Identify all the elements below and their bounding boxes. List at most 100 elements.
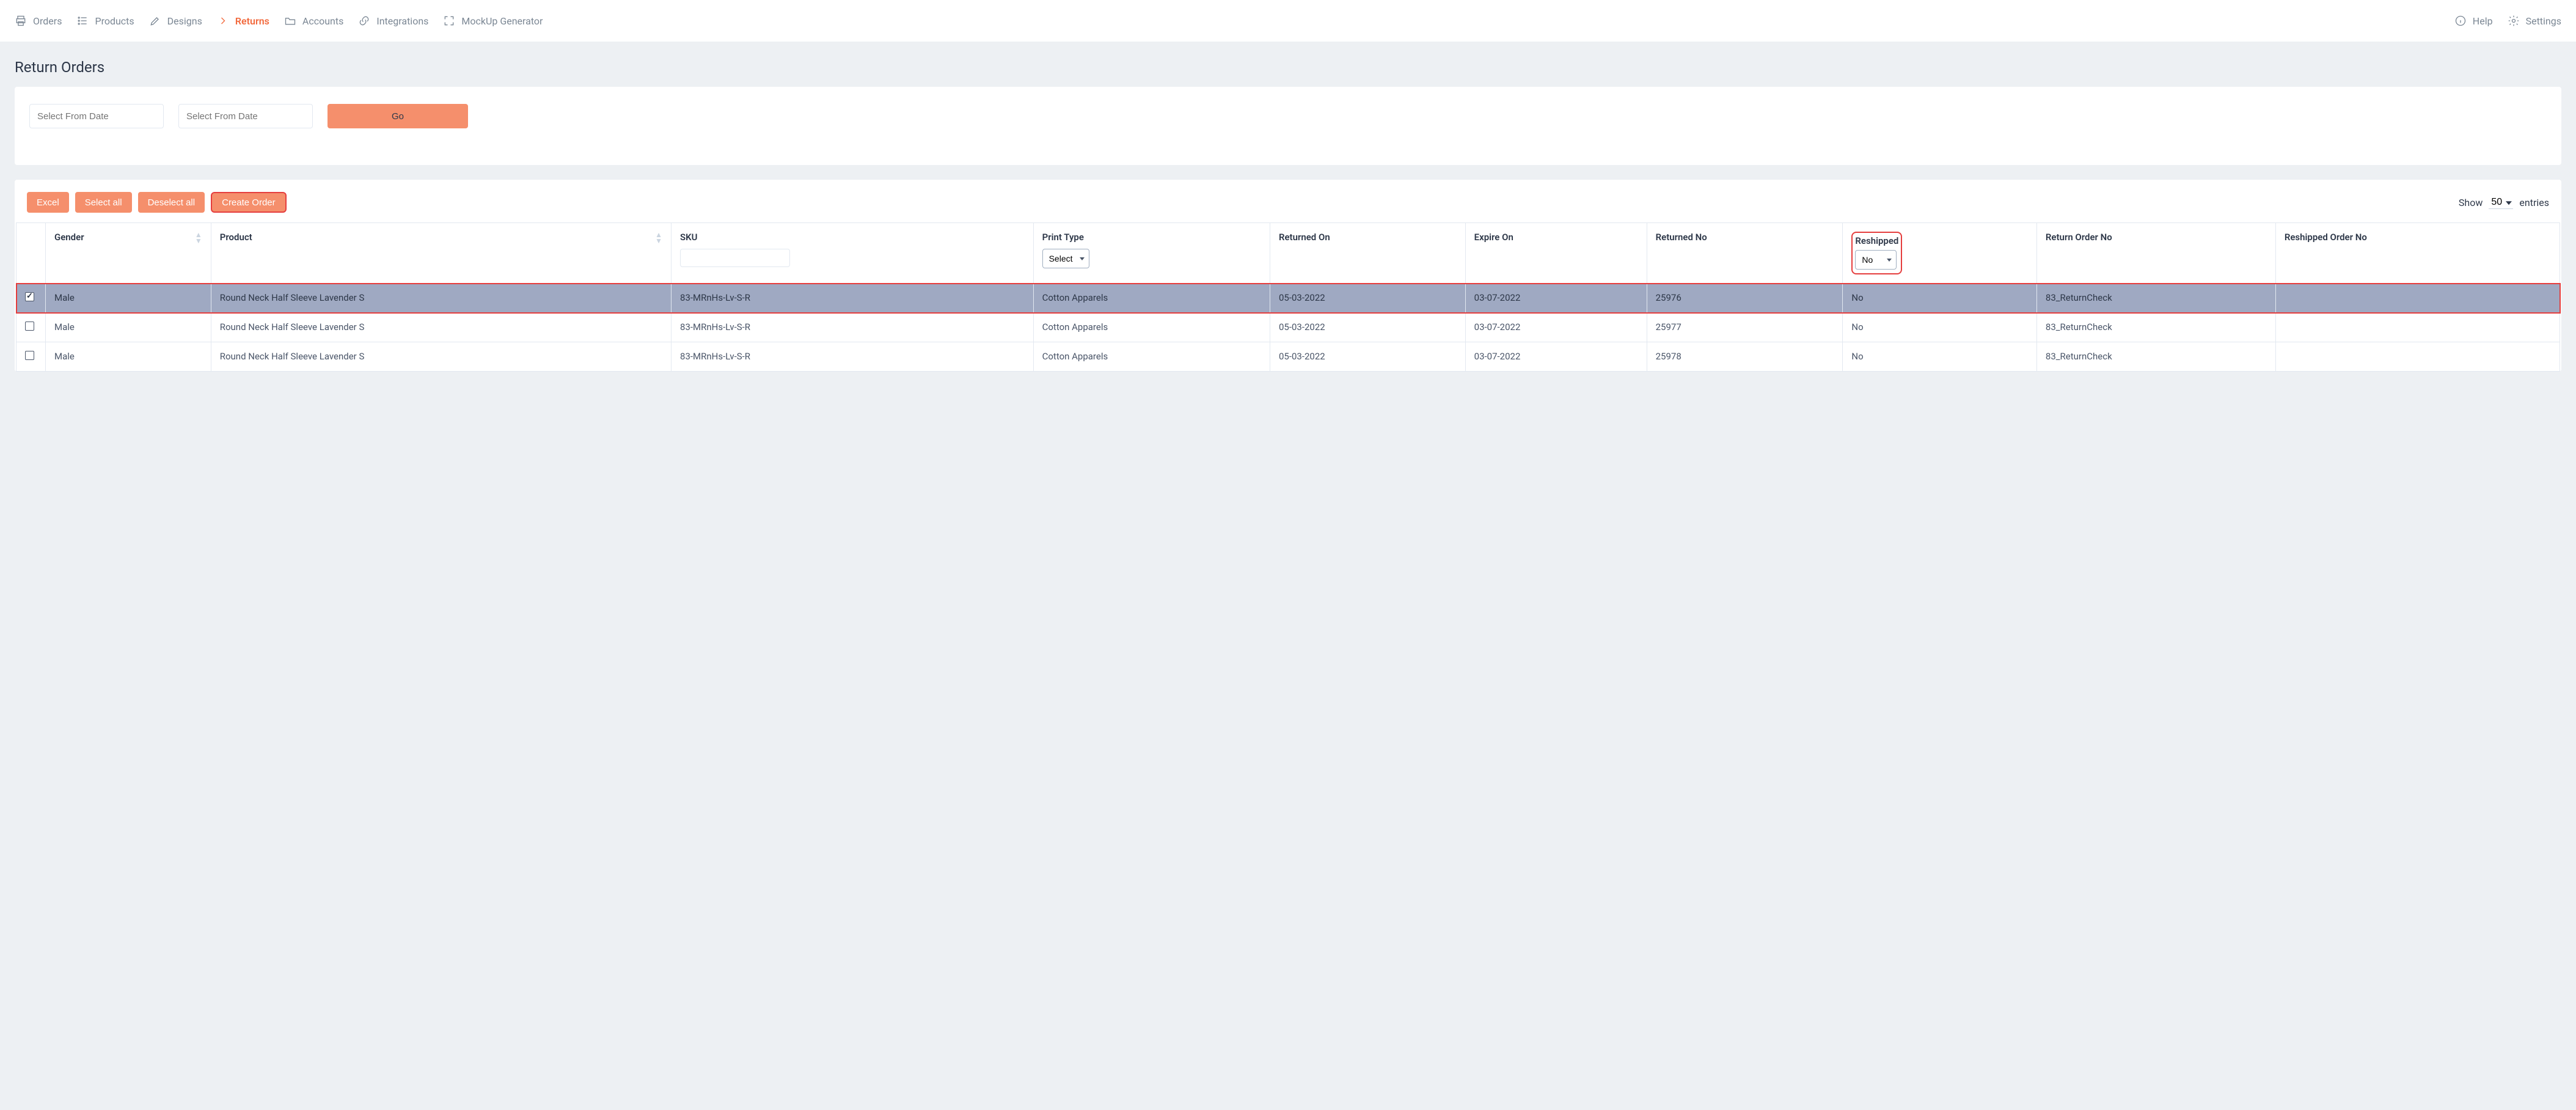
cell-reshipped: No [1843,342,2037,372]
chevron-right-icon [217,15,229,27]
cell-sku: 83-MRnHs-Lv-S-R [671,284,1034,313]
select-all-button[interactable]: Select all [75,192,132,213]
col-header-reshipped: Reshipped No [1843,223,2037,284]
from-date-input[interactable] [29,104,164,128]
nav-accounts[interactable]: Accounts [284,15,343,27]
table-row[interactable]: MaleRound Neck Half Sleeve Lavender S83-… [16,284,2560,313]
nav-label: Orders [33,15,62,27]
col-header-sku: SKU [671,223,1034,284]
cell-reshipped: No [1843,313,2037,342]
cell-returned-no: 25976 [1647,284,1843,313]
print-type-filter[interactable]: Select [1042,249,1089,268]
excel-button[interactable]: Excel [27,192,69,213]
create-order-button[interactable]: Create Order [211,192,287,213]
toolbar: Excel Select all Deselect all Create Ord… [15,192,2561,222]
row-checkbox[interactable] [25,292,34,301]
cell-sku: 83-MRnHs-Lv-S-R [671,313,1034,342]
returns-table: Gender ▲▼ Product ▲▼ SKU Print Type Sele… [16,222,2560,372]
row-checkbox-cell[interactable] [16,313,46,342]
cell-reshipped-order-no [2275,284,2560,313]
link-icon [358,15,370,27]
table-row[interactable]: MaleRound Neck Half Sleeve Lavender S83-… [16,313,2560,342]
nav-label: Integrations [376,15,428,27]
nav-mockup[interactable]: MockUp Generator [443,15,543,27]
cell-return-order-no: 83_ReturnCheck [2036,342,2275,372]
info-icon [2454,15,2467,27]
nav-label: Help [2473,15,2493,27]
cell-print-type: Cotton Apparels [1033,284,1270,313]
nav-help[interactable]: Help [2454,15,2493,27]
toolbar-right: Show 50 entries [2459,196,2549,209]
col-header-reshipped-order-no: Reshipped Order No [2275,223,2560,284]
col-header-returned-on: Returned On [1270,223,1465,284]
col-header-checkbox [16,223,46,284]
nav-label: Settings [2526,15,2561,27]
col-header-returned-no: Returned No [1647,223,1843,284]
nav-right: Help Settings [2454,15,2561,27]
list-icon [76,15,89,27]
col-header-gender[interactable]: Gender ▲▼ [46,223,211,284]
sku-filter-input[interactable] [680,249,790,267]
cell-print-type: Cotton Apparels [1033,313,1270,342]
reshipped-filter-highlight: Reshipped No [1851,232,1902,274]
nav-products[interactable]: Products [76,15,134,27]
col-header-expire-on: Expire On [1465,223,1647,284]
entries-label: entries [2519,197,2549,208]
printer-icon [15,15,27,27]
cell-returned-on: 05-03-2022 [1270,284,1465,313]
cell-product: Round Neck Half Sleeve Lavender S [211,284,671,313]
nav-settings[interactable]: Settings [2508,15,2561,27]
nav-returns[interactable]: Returns [217,15,269,27]
col-header-product[interactable]: Product ▲▼ [211,223,671,284]
cell-return-order-no: 83_ReturnCheck [2036,284,2275,313]
top-nav: Orders Products Designs Returns Accounts… [0,0,2576,42]
row-checkbox[interactable] [25,351,34,360]
cell-gender: Male [46,342,211,372]
cell-returned-on: 05-03-2022 [1270,342,1465,372]
table-header-row: Gender ▲▼ Product ▲▼ SKU Print Type Sele… [16,223,2560,284]
cell-returned-no: 25978 [1647,342,1843,372]
col-header-return-order-no: Return Order No [2036,223,2275,284]
nav-orders[interactable]: Orders [15,15,62,27]
folder-icon [284,15,296,27]
sort-icon: ▲▼ [655,232,662,244]
results-panel: Excel Select all Deselect all Create Ord… [15,180,2561,372]
nav-label: MockUp Generator [461,15,543,27]
cell-print-type: Cotton Apparels [1033,342,1270,372]
gear-icon [2508,15,2520,27]
cell-sku: 83-MRnHs-Lv-S-R [671,342,1034,372]
row-checkbox-cell[interactable] [16,342,46,372]
sort-icon: ▲▼ [195,232,202,244]
nav-integrations[interactable]: Integrations [358,15,428,27]
cell-gender: Male [46,284,211,313]
expand-icon [443,15,455,27]
show-label: Show [2459,197,2483,208]
nav-designs[interactable]: Designs [149,15,202,27]
page-size-select[interactable]: 50 [2489,196,2513,209]
cell-expire-on: 03-07-2022 [1465,313,1647,342]
nav-label: Accounts [302,15,343,27]
cell-return-order-no: 83_ReturnCheck [2036,313,2275,342]
cell-reshipped-order-no [2275,342,2560,372]
row-checkbox[interactable] [25,322,34,331]
cell-expire-on: 03-07-2022 [1465,342,1647,372]
to-date-input[interactable] [178,104,313,128]
go-button[interactable]: Go [327,104,468,128]
col-header-print-type: Print Type Select [1033,223,1270,284]
cell-product: Round Neck Half Sleeve Lavender S [211,342,671,372]
cell-reshipped-order-no [2275,313,2560,342]
nav-label: Designs [167,15,202,27]
cell-gender: Male [46,313,211,342]
toolbar-left: Excel Select all Deselect all Create Ord… [27,192,287,213]
pencil-icon [149,15,161,27]
page-title: Return Orders [0,42,2576,87]
filter-panel: Go [15,87,2561,165]
table-row[interactable]: MaleRound Neck Half Sleeve Lavender S83-… [16,342,2560,372]
cell-returned-on: 05-03-2022 [1270,313,1465,342]
reshipped-filter[interactable]: No [1855,250,1897,270]
deselect-all-button[interactable]: Deselect all [138,192,205,213]
cell-reshipped: No [1843,284,2037,313]
row-checkbox-cell[interactable] [16,284,46,313]
cell-returned-no: 25977 [1647,313,1843,342]
nav-left: Orders Products Designs Returns Accounts… [15,15,2454,27]
